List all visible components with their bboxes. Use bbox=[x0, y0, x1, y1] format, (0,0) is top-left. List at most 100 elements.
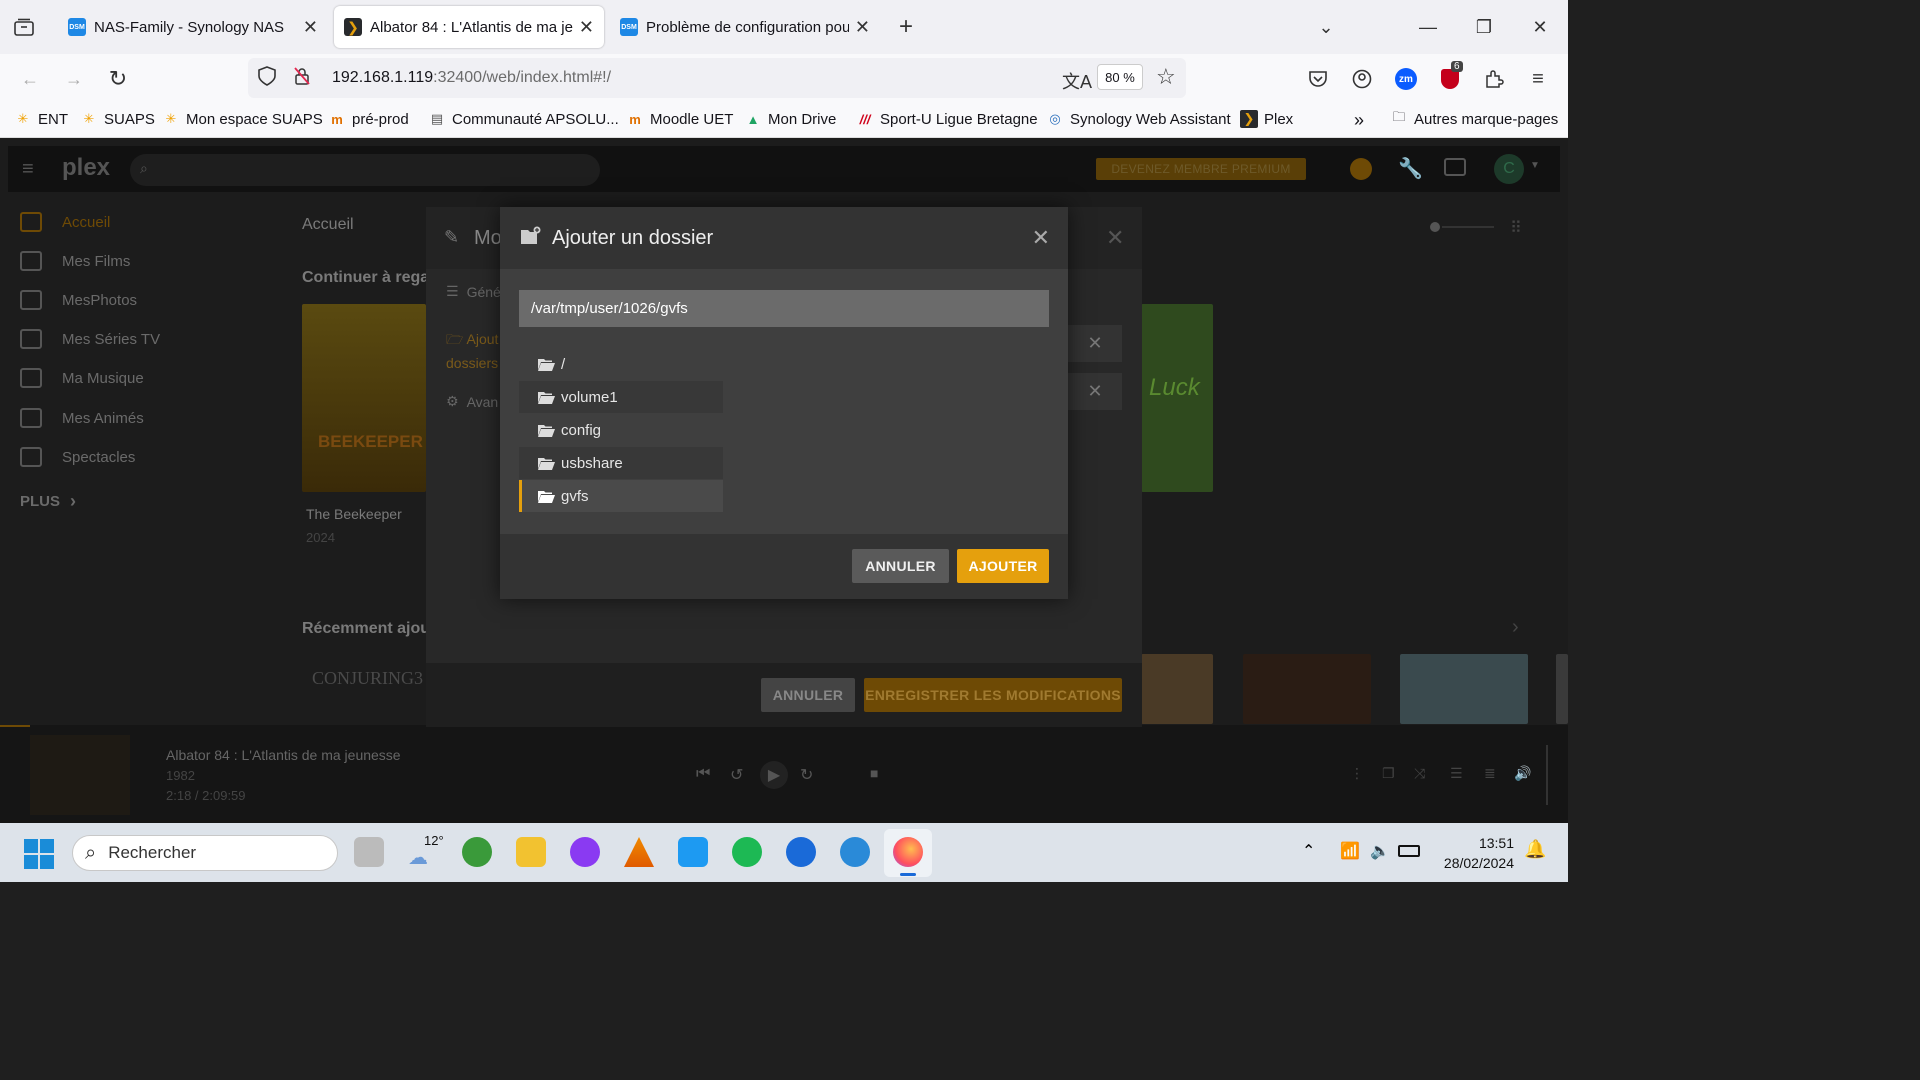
volume-icon[interactable]: 🔊 bbox=[1514, 765, 1531, 782]
player-title[interactable]: Albator 84 : L'Atlantis de ma jeunesse bbox=[166, 747, 401, 763]
account-icon[interactable] bbox=[1350, 67, 1374, 91]
minimize-icon[interactable]: — bbox=[1416, 14, 1440, 40]
volume-slider[interactable] bbox=[1546, 745, 1548, 805]
folder-item-root[interactable]: / bbox=[519, 348, 723, 380]
chevron-down-icon[interactable]: ▼ bbox=[1530, 160, 1540, 171]
zoom-extension-icon[interactable]: zm bbox=[1394, 67, 1418, 91]
pocket-icon[interactable] bbox=[1306, 67, 1330, 91]
close-tab-icon[interactable]: ✕ bbox=[579, 17, 594, 38]
bookmark-ent[interactable]: ✳ ENT bbox=[14, 110, 68, 128]
bookmark-other[interactable]: 🗀 Autres marque-pages bbox=[1390, 109, 1558, 128]
wifi-icon[interactable]: 📶 bbox=[1340, 841, 1360, 861]
messenger-icon[interactable] bbox=[570, 837, 600, 867]
play-icon[interactable]: ▶ bbox=[760, 761, 788, 789]
close-tab-icon[interactable]: ✕ bbox=[855, 17, 870, 38]
forward-arrow-icon[interactable]: → bbox=[62, 67, 86, 91]
menu-hamburger-icon[interactable]: ≡ bbox=[1526, 67, 1550, 91]
poster-recent-5[interactable] bbox=[1556, 654, 1568, 724]
harmony-icon[interactable] bbox=[678, 837, 708, 867]
file-explorer-icon[interactable] bbox=[516, 837, 546, 867]
cancel-button[interactable]: ANNULER bbox=[852, 549, 949, 583]
poster-beekeeper[interactable]: BEEKEEPER bbox=[302, 304, 426, 492]
bookmark-mon-espace-suaps[interactable]: ✳ Mon espace SUAPS bbox=[162, 110, 323, 128]
url-bar[interactable]: 192.168.1.119:32400/web/index.html#!/ 文A… bbox=[248, 58, 1186, 98]
battery-icon[interactable] bbox=[1398, 845, 1420, 857]
close-window-icon[interactable]: ✕ bbox=[1528, 14, 1552, 40]
settings-sliders-icon[interactable]: ☰ bbox=[1450, 765, 1463, 782]
windows-start-icon[interactable] bbox=[24, 839, 54, 869]
folder-item-usbshare[interactable]: usbshare bbox=[519, 447, 723, 479]
notification-bell-icon[interactable]: 🔔 bbox=[1524, 839, 1546, 860]
tab-nas-family[interactable]: DSM NAS-Family - Synology NAS ✕ bbox=[58, 6, 328, 48]
forward-30-icon[interactable]: ↻ bbox=[800, 765, 813, 785]
xbox-icon[interactable] bbox=[462, 837, 492, 867]
insecure-lock-icon[interactable] bbox=[294, 66, 316, 90]
bookmark-synology-web-assistant[interactable]: ◎ Synology Web Assistant bbox=[1046, 110, 1230, 128]
restore-icon[interactable]: ❐ bbox=[1472, 14, 1496, 40]
bookmark-suaps[interactable]: ✳ SUAPS bbox=[80, 110, 155, 128]
previous-icon[interactable]: ⏮ bbox=[696, 765, 710, 783]
reload-icon[interactable]: ↻ bbox=[106, 66, 130, 91]
add-button[interactable]: AJOUTER bbox=[957, 549, 1049, 583]
poster-recent-2[interactable] bbox=[1141, 654, 1213, 724]
bookmark-pre-prod[interactable]: m pré-prod bbox=[328, 110, 408, 128]
folder-path-input[interactable] bbox=[519, 290, 1049, 327]
upload-activity-icon[interactable] bbox=[1350, 158, 1372, 180]
more-bookmarks-chevron-icon[interactable]: » bbox=[1354, 110, 1364, 131]
replay-10-icon[interactable]: ↺ bbox=[730, 765, 743, 785]
speaker-icon[interactable]: 🔈 bbox=[1370, 841, 1390, 861]
poster-conjuring[interactable]: CONJURING3 bbox=[302, 654, 426, 724]
thunderbird-icon[interactable] bbox=[786, 837, 816, 867]
system-clock[interactable]: 13:51 28/02/2024 bbox=[1444, 833, 1514, 873]
extensions-puzzle-icon[interactable] bbox=[1482, 67, 1506, 91]
new-tab-icon[interactable]: + bbox=[894, 13, 918, 40]
spotify-icon[interactable] bbox=[732, 837, 762, 867]
size-slider-handle[interactable] bbox=[1430, 222, 1440, 232]
sidebar-item-mes-animes[interactable]: Mes Animés bbox=[20, 408, 144, 428]
settings-nav-advanced[interactable]: ⚙ Avan bbox=[446, 393, 498, 410]
tab-list-chevron-icon[interactable]: ⌄ bbox=[1314, 14, 1338, 40]
more-vertical-icon[interactable]: ⋮ bbox=[1350, 765, 1364, 782]
bookmark-sport-u[interactable]: /// Sport-U Ligue Bretagne bbox=[856, 110, 1038, 128]
folder-item-gvfs[interactable]: gvfs bbox=[519, 480, 723, 512]
close-icon[interactable]: ✕ bbox=[1106, 225, 1124, 251]
poster-recent-3[interactable] bbox=[1243, 654, 1371, 724]
playlist-icon[interactable]: ❐ bbox=[1382, 765, 1395, 782]
remove-folder-button[interactable]: ✕ bbox=[1068, 373, 1122, 410]
sidebar-item-mesphotos[interactable]: MesPhotos bbox=[20, 290, 137, 310]
player-thumbnail[interactable] bbox=[30, 735, 130, 815]
translate-icon[interactable]: 文A bbox=[1062, 68, 1092, 94]
taskbar-search-input[interactable]: ⌕ Rechercher bbox=[72, 835, 338, 871]
tab-albator[interactable]: ❯ Albator 84 : L'Atlantis de ma jeunesse… bbox=[334, 6, 604, 48]
vlc-icon[interactable] bbox=[624, 837, 654, 867]
settings-cancel-button[interactable]: ANNULER bbox=[761, 678, 855, 712]
tab-config-problem[interactable]: DSM Problème de configuration pour ✕ bbox=[610, 6, 880, 48]
premium-button[interactable]: DEVENEZ MEMBRE PREMIUM bbox=[1096, 158, 1306, 180]
bookmark-star-icon[interactable]: ☆ bbox=[1156, 64, 1176, 90]
sidebar-item-mes-series-tv[interactable]: Mes Séries TV bbox=[20, 329, 160, 349]
grid-view-icon[interactable]: ⠿ bbox=[1510, 218, 1522, 238]
settings-nav-general[interactable]: ☰ Géné bbox=[446, 283, 501, 300]
poster-luck[interactable]: Luck bbox=[1141, 304, 1213, 492]
plex-search-input[interactable]: ⌕ bbox=[130, 154, 600, 186]
plex-logo[interactable]: plex bbox=[62, 154, 110, 182]
weather-widget[interactable]: ☁ 12° bbox=[408, 833, 444, 869]
save-changes-button[interactable]: ENREGISTRER LES MODIFICATIONS bbox=[864, 678, 1122, 712]
sidebar-more[interactable]: PLUS › bbox=[20, 491, 76, 512]
sidebar-item-ma-musique[interactable]: Ma Musique bbox=[20, 368, 144, 388]
close-tab-icon[interactable]: ✕ bbox=[303, 17, 318, 38]
cast-icon[interactable] bbox=[1444, 158, 1466, 176]
wrench-icon[interactable]: 🔧 bbox=[1398, 156, 1423, 181]
avatar[interactable]: C bbox=[1494, 154, 1524, 184]
task-view-icon[interactable] bbox=[354, 837, 384, 867]
stop-icon[interactable]: ■ bbox=[870, 765, 878, 781]
folder-item-volume1[interactable]: volume1 bbox=[519, 381, 723, 413]
sidebar-item-accueil[interactable]: Accueil bbox=[20, 212, 110, 232]
sidebar-item-mes-films[interactable]: Mes Films bbox=[20, 251, 130, 271]
ublock-extension-icon[interactable]: 6 bbox=[1438, 61, 1463, 91]
shield-icon[interactable] bbox=[258, 65, 280, 91]
zoom-level[interactable]: 80 % bbox=[1097, 64, 1143, 90]
shuffle-icon[interactable]: ⤨ bbox=[1414, 765, 1425, 782]
bookmark-plex[interactable]: ❯ Plex bbox=[1240, 110, 1293, 128]
chevron-right-icon[interactable]: › bbox=[1512, 616, 1519, 639]
